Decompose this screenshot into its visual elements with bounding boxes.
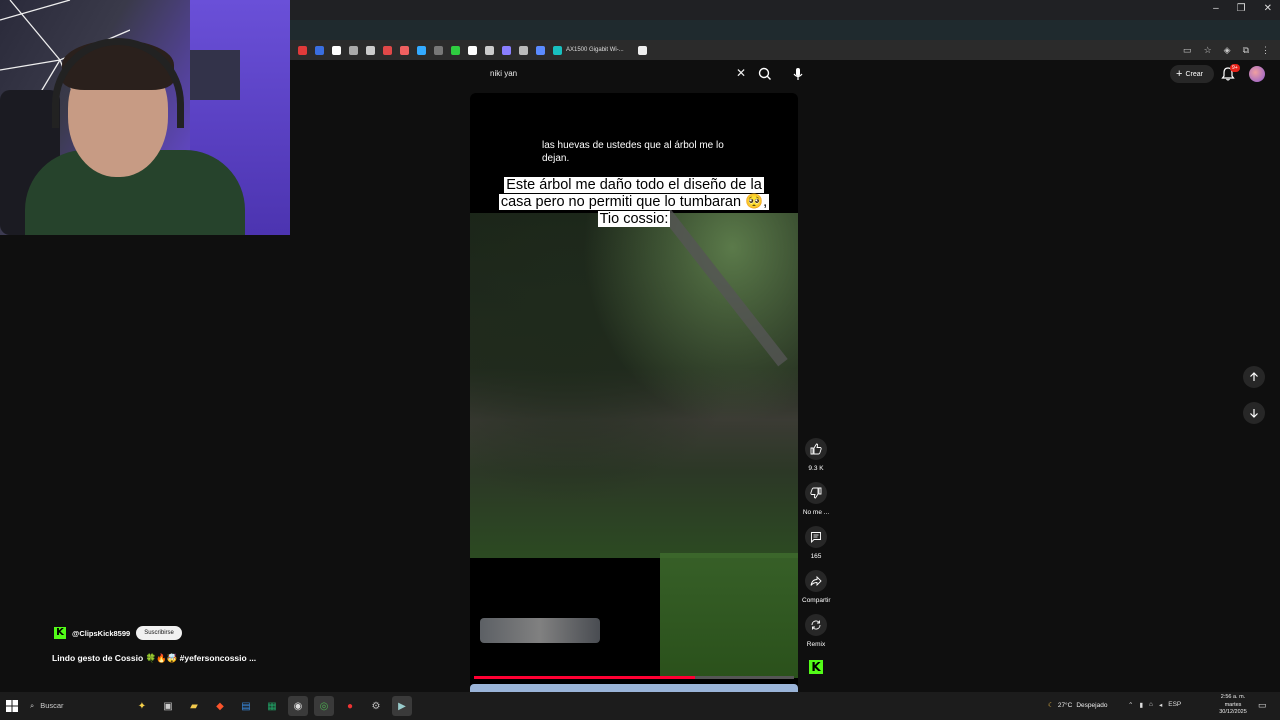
star-icon[interactable]: ☆ — [1204, 45, 1212, 56]
bookmark-icon[interactable] — [553, 45, 562, 55]
bookmark-icon[interactable] — [451, 45, 460, 55]
remix-button[interactable]: Remix — [802, 614, 830, 648]
bookmark-icon[interactable] — [383, 45, 392, 55]
remix-icon — [811, 620, 821, 630]
share-icon — [810, 575, 822, 587]
search-bar[interactable]: niki yan ✕ — [482, 65, 782, 83]
notification-badge: 9+ — [1230, 64, 1240, 72]
bookmark-icon[interactable] — [485, 45, 494, 55]
obs-icon[interactable]: ◉ — [288, 696, 308, 716]
bookmark-icon[interactable] — [332, 45, 341, 55]
extension-icon[interactable]: ◈ — [1224, 45, 1231, 56]
bookmark-icon[interactable] — [349, 45, 358, 55]
restore-icon[interactable]: ❐ — [1237, 3, 1246, 14]
bookmark-icon[interactable] — [502, 45, 511, 55]
next-short-button[interactable] — [1243, 402, 1265, 424]
dislike-button[interactable]: No me ... — [802, 482, 830, 516]
screen: – ❐ ✕ AX1500 Gigabit Wi-... ▭ ☆ ◈ ⧉ ⋮ ni… — [0, 0, 1280, 720]
bookmark-icon[interactable] — [366, 45, 375, 55]
bookmark-icon[interactable] — [468, 45, 477, 55]
cast-icon[interactable]: ▭ — [1183, 45, 1192, 56]
next-short-preview[interactable] — [470, 684, 798, 692]
bookmark-icon[interactable] — [519, 45, 528, 55]
mic-tray-icon[interactable]: ▮ — [1139, 701, 1143, 709]
search-icon[interactable] — [756, 66, 774, 82]
progress-fill — [474, 676, 695, 679]
thumbs-up-icon — [810, 443, 822, 455]
bookmark-icon[interactable] — [417, 45, 426, 55]
chevron-up-icon[interactable]: ⌃ — [1128, 701, 1133, 709]
app-icon[interactable]: ● — [340, 696, 360, 716]
clock[interactable]: 2:56 a. m. martes 30/12/2025 — [1214, 694, 1252, 717]
windows-taskbar: ⌕ Buscar ✦ ▣ ▰ ◆ ▤ ▦ ◉ ◎ ● ⚙ ▶ ☾ 27°C De… — [0, 692, 1280, 720]
close-window-icon[interactable]: ✕ — [1264, 3, 1272, 14]
thumbs-down-icon — [810, 487, 822, 499]
arrow-up-icon — [1250, 372, 1258, 381]
volume-icon[interactable]: ◂ — [1159, 701, 1162, 709]
arrow-down-icon — [1250, 409, 1258, 418]
webcam-overlay — [0, 0, 290, 235]
search-icon: ⌕ — [30, 701, 35, 710]
notifications-icon[interactable]: ▭ — [1258, 700, 1267, 711]
bookmark-label[interactable]: AX1500 Gigabit Wi-... — [566, 47, 624, 53]
like-button[interactable]: 9.3 K — [802, 438, 830, 472]
search-input[interactable]: niki yan — [490, 69, 517, 78]
bookmark-icon[interactable] — [400, 45, 409, 55]
moon-icon: ☾ — [1048, 702, 1054, 709]
store-icon[interactable]: ▤ — [236, 696, 256, 716]
bookmark-icon[interactable] — [536, 45, 545, 55]
comments-button[interactable]: 165 — [802, 526, 830, 560]
subscribe-button[interactable]: Suscribirse — [136, 626, 182, 640]
excel-icon[interactable]: ▦ — [262, 696, 282, 716]
bookmark-icon[interactable] — [298, 45, 307, 55]
task-view-icon[interactable]: ▣ — [158, 696, 178, 716]
bookmark-icon[interactable] — [637, 45, 647, 55]
bookmarks-bar: AX1500 Gigabit Wi-... — [290, 40, 1280, 60]
taskbar-apps: ✦ ▣ ▰ ◆ ▤ ▦ ◉ ◎ ● ⚙ ▶ — [132, 696, 412, 716]
share-label: Compartir — [802, 597, 831, 604]
video-top-caption: las huevas de ustedes que al árbol me lo… — [542, 140, 724, 164]
short-video-player[interactable]: las huevas de ustedes que al árbol me lo… — [470, 93, 798, 688]
bookmark-icon[interactable] — [434, 45, 443, 55]
bookmark-icon[interactable] — [315, 45, 324, 55]
language-indicator[interactable]: ESP — [1168, 701, 1181, 709]
browser-titlebar: – ❐ ✕ — [290, 0, 1280, 20]
video-caption: Este árbol me daño todo el diseño de la … — [498, 177, 770, 227]
dislike-label: No me ... — [802, 509, 830, 516]
avatar[interactable] — [1249, 66, 1265, 82]
video-frame — [470, 213, 798, 678]
settings-icon[interactable]: ⚙ — [366, 696, 386, 716]
kick-logo-icon[interactable]: K — [809, 660, 823, 674]
chrome-icon[interactable]: ◎ — [314, 696, 334, 716]
remix-label: Remix — [806, 641, 826, 648]
like-count: 9.3 K — [808, 465, 824, 472]
kick-channel-icon[interactable]: K — [54, 627, 66, 639]
browser-toolbar-icons: ▭ ☆ ◈ ⧉ ⋮ — [1183, 45, 1270, 56]
short-title[interactable]: Lindo gesto de Cossio 🍀🔥🤯 #yefersoncossi… — [52, 653, 256, 664]
browser-tabstrip — [290, 20, 1280, 40]
extensions-puzzle-icon[interactable]: ⧉ — [1243, 45, 1249, 56]
windows-start-icon[interactable] — [6, 700, 18, 712]
channel-name[interactable]: @ClipsKick8599 — [72, 629, 130, 638]
share-button[interactable]: Compartir — [802, 570, 831, 604]
file-explorer-icon[interactable]: ▰ — [184, 696, 204, 716]
taskbar-search[interactable]: ⌕ Buscar — [30, 701, 64, 711]
video-progress-bar[interactable] — [474, 676, 794, 679]
microphone-icon[interactable] — [790, 66, 806, 82]
brave-icon[interactable]: ◆ — [210, 696, 230, 716]
weather-widget[interactable]: ☾ 27°C Despejado — [1048, 701, 1107, 710]
system-tray: ⌃ ▮ ⌂ ◂ ESP — [1128, 701, 1181, 709]
steam-icon[interactable]: ▶ — [392, 696, 412, 716]
plus-icon: + — [1176, 68, 1183, 80]
copilot-icon[interactable]: ✦ — [132, 696, 152, 716]
menu-icon[interactable]: ⋮ — [1261, 45, 1270, 56]
comment-count: 165 — [810, 553, 822, 560]
minimize-icon[interactable]: – — [1213, 3, 1219, 14]
clear-search-icon[interactable]: ✕ — [736, 66, 746, 80]
network-icon[interactable]: ⌂ — [1149, 701, 1153, 709]
previous-short-button[interactable] — [1243, 366, 1265, 388]
comment-icon — [811, 532, 821, 543]
create-button[interactable]: + Crear — [1170, 65, 1214, 83]
channel-row: K @ClipsKick8599 Suscribirse — [54, 626, 182, 640]
